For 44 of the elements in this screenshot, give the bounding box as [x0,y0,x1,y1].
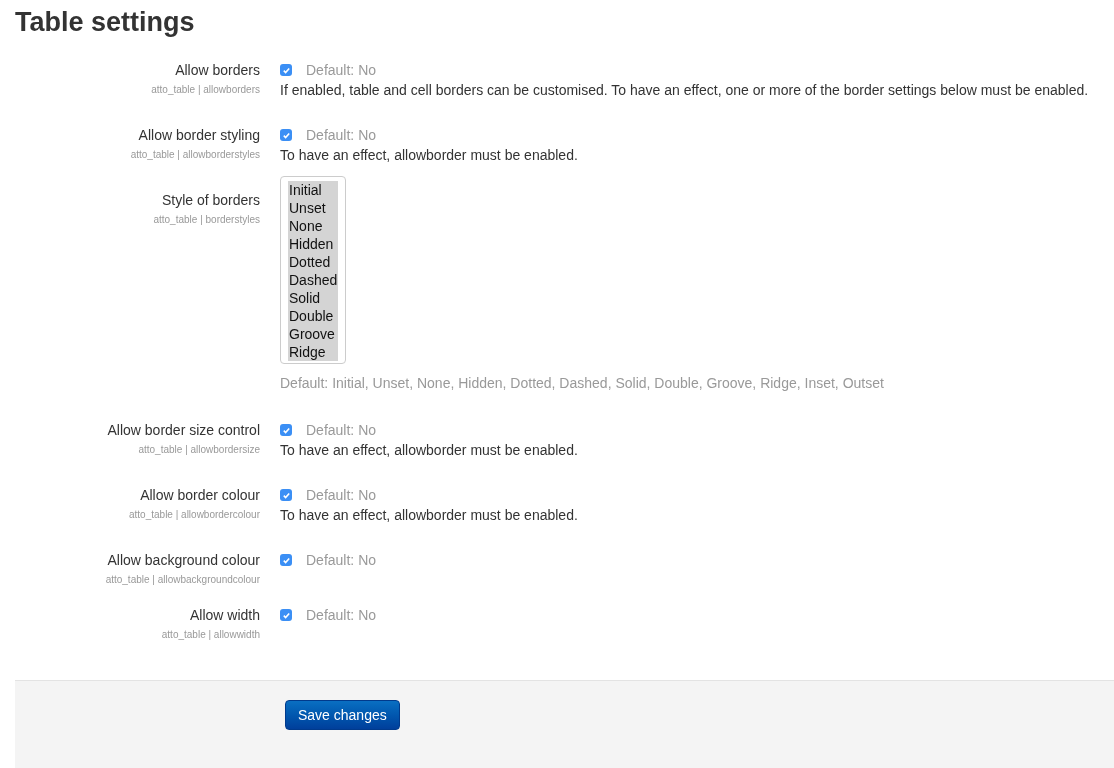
default-note: Default: No [306,551,377,570]
listbox-option[interactable]: Dotted [288,253,338,271]
setting-label: Style of borders [161,191,260,210]
checkbox[interactable] [280,424,292,436]
setting-description: To have an effect, allowborder must be enabled. [280,506,578,525]
default-note: Default: No [306,126,377,145]
setting-description: To have an effect, allowborder must be enabled. [280,441,578,460]
listbox-option[interactable]: None [288,217,338,235]
default-note: Default: No [306,486,377,505]
listbox-option[interactable]: Unset [288,199,338,217]
default-note: Default: No [306,421,377,440]
save-button[interactable]: Save changes [285,700,400,730]
setting-description: To have an effect, allowborder must be enabled. [280,146,578,165]
setting-description: If enabled, table and cell borders can be customised. To have an effect, one or more of the border settings below must be enabled. [280,81,1089,100]
page-title: Table settings [15,6,196,39]
checkbox[interactable] [280,489,292,501]
checkbox[interactable] [280,554,292,566]
listbox-option[interactable]: Solid [288,289,338,307]
listbox-option[interactable]: Ridge [288,343,338,361]
setting-label: Allow border styling [138,126,260,145]
setting-label: Allow background colour [107,551,260,570]
listbox-option[interactable]: Dashed [288,271,338,289]
default-note: Default: No [306,606,377,625]
default-note: Default: No [306,61,377,80]
setting-label: Allow border colour [140,486,260,505]
default-note: Default: Initial, Unset, None, Hidden, Dotted, Dashed, Solid, Double, Groove, Ridge, Inset, Outset [280,374,884,393]
setting-id: atto_table | allowbordercolour [129,508,260,522]
setting-label: Allow border size control [107,421,260,440]
listbox-option[interactable]: Double [288,307,338,325]
setting-label: Allow width [189,606,260,625]
checkbox[interactable] [280,129,292,141]
checkbox[interactable] [280,609,292,621]
listbox-option[interactable]: Groove [288,325,338,343]
setting-id: atto_table | allowwidth [161,628,260,642]
setting-id: atto_table | allowbackgroundcolour [105,573,260,587]
setting-id: atto_table | allowborders [151,83,260,97]
setting-id: atto_table | borderstyles [153,213,260,227]
listbox-option[interactable]: Hidden [288,235,338,253]
setting-id: atto_table | allowbordersize [138,443,260,457]
setting-id: atto_table | allowborderstyles [130,148,260,162]
setting-label: Allow borders [175,61,260,80]
checkbox[interactable] [280,64,292,76]
border-style-listbox[interactable]: Initial Unset None Hidden Dotted Dashed Solid Double Groove Ridge [280,176,346,364]
listbox-option[interactable]: Initial [288,181,338,199]
